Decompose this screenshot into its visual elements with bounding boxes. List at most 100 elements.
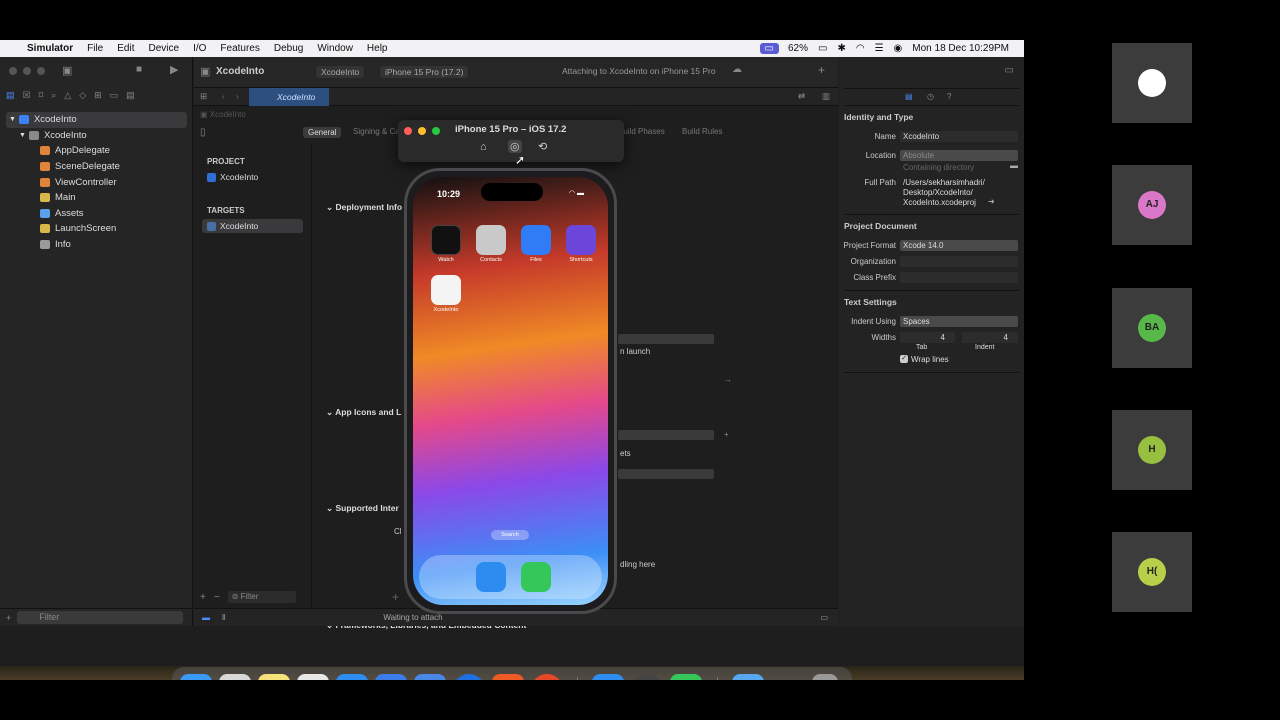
debug-icon[interactable]: ⊞ (94, 90, 102, 101)
tree-item-project[interactable]: ▼ XcodeInto (6, 112, 187, 128)
breakpoint-icon[interactable]: ▭ (110, 90, 119, 101)
messages-app-icon[interactable] (521, 562, 551, 592)
tree-item-group[interactable]: ▼ XcodeInto (0, 128, 193, 144)
menu-file[interactable]: File (80, 43, 110, 54)
refresh-icon[interactable]: ⇄ (798, 91, 805, 102)
sidebar-toggle-icon[interactable]: ▯ (200, 127, 206, 138)
target-item[interactable]: XcodeInto (202, 219, 303, 233)
xcodeinto-app-icon[interactable] (431, 275, 461, 305)
grid-icon[interactable]: ⊞ (200, 91, 207, 102)
issue-icon[interactable]: △ (64, 90, 71, 101)
menu-help[interactable]: Help (360, 43, 395, 54)
history-icon[interactable]: ◷ (927, 92, 934, 101)
stop-icon[interactable]: ■ (136, 64, 142, 75)
run-icon[interactable]: ▶ (170, 63, 178, 76)
participant-tile[interactable]: AJ (1112, 165, 1192, 245)
folder-icon[interactable]: ▬ (1010, 161, 1018, 170)
add-icon[interactable]: + (6, 613, 11, 623)
arrow-icon[interactable]: → (724, 375, 732, 384)
location-dock-icon[interactable] (453, 674, 485, 680)
asset-catalog-dropdown[interactable] (618, 469, 714, 479)
safari-dock-icon[interactable] (336, 674, 368, 680)
zoom-window-button[interactable] (37, 67, 45, 75)
downloads-dock-icon[interactable] (732, 674, 764, 680)
target-filter-input[interactable]: ⊜ Filter (227, 591, 296, 603)
find-icon[interactable]: ⌕ (51, 90, 56, 101)
participant-tile[interactable]: H( (1112, 532, 1192, 612)
chrome-dock-icon[interactable] (297, 674, 329, 680)
rotate-icon[interactable]: ⟲ (538, 140, 547, 153)
project-item[interactable]: XcodeInto (202, 170, 303, 184)
files-app-icon[interactable] (521, 225, 551, 255)
report-icon[interactable]: ▤ (126, 90, 135, 101)
location-dropdown[interactable]: Absolute (900, 150, 1018, 161)
contacts-app-icon[interactable] (476, 225, 506, 255)
quicktime-dock-icon[interactable] (631, 674, 663, 680)
tree-item-info[interactable]: Info (0, 237, 193, 253)
add-target-icon[interactable]: + (200, 592, 206, 603)
add-interface-icon[interactable]: + (392, 590, 399, 604)
simulator-dock-icon[interactable] (414, 674, 446, 680)
menu-device[interactable]: Device (141, 43, 186, 54)
control-center-icon[interactable]: ☰ (870, 43, 889, 54)
inspector-toggle-icon[interactable]: ▭ (1005, 65, 1014, 76)
screenshot-icon[interactable]: ◎ (508, 140, 522, 153)
menu-app-name[interactable]: Simulator (20, 43, 80, 54)
wifi-icon[interactable]: ◠ (851, 43, 870, 54)
section-supported-interfaces[interactable]: ⌄ Supported Inter (326, 503, 399, 514)
bluetooth-icon[interactable]: ✱ (832, 43, 850, 54)
menu-io[interactable]: I/O (186, 43, 213, 54)
facetime-dock-icon[interactable] (670, 674, 702, 680)
notes-dock-icon[interactable] (258, 674, 290, 680)
navigator-filter-input[interactable]: Filter (17, 611, 184, 624)
tree-item-assets[interactable]: Assets (0, 206, 193, 222)
clock[interactable]: Mon 18 Dec 10:29PM (907, 43, 1014, 54)
menu-edit[interactable]: Edit (110, 43, 141, 54)
search-pill[interactable]: Search (491, 530, 529, 540)
participant-tile[interactable]: BA (1112, 288, 1192, 368)
sidebar-toggle-icon[interactable]: ▣ (62, 64, 72, 77)
home-icon[interactable]: ⌂ (480, 141, 487, 153)
reveal-icon[interactable]: ➜ (988, 197, 995, 206)
tab-build-phases[interactable]: Build Phases (618, 127, 665, 136)
split-editor-icon[interactable]: ▥ (822, 91, 830, 102)
watch-app-icon[interactable] (431, 225, 461, 255)
scheme-title[interactable]: XcodeInto (216, 66, 264, 77)
tree-item-viewcontroller[interactable]: ViewController (0, 174, 193, 190)
indent-width-stepper[interactable]: 4 (962, 332, 1018, 343)
tree-item-scenedelegate[interactable]: SceneDelegate (0, 159, 193, 175)
close-window-button[interactable] (404, 127, 412, 135)
zoom-window-button[interactable] (432, 127, 440, 135)
app-icon-field[interactable] (618, 430, 714, 440)
menu-features[interactable]: Features (213, 43, 266, 54)
scheme-selector[interactable]: XcodeInto (316, 66, 365, 78)
tab-build-rules[interactable]: Build Rules (682, 127, 722, 136)
source-control-icon[interactable]: ☒ (23, 90, 31, 101)
tree-item-appdelegate[interactable]: AppDelegate (0, 143, 193, 159)
bookmark-icon[interactable]: ⌑ (39, 90, 44, 101)
editor-tab[interactable]: XcodeInto (249, 88, 329, 106)
minimize-window-button[interactable] (418, 127, 426, 135)
brave-dock-icon[interactable] (492, 674, 524, 680)
app-store-dock-icon[interactable] (592, 674, 624, 680)
iphone-screen[interactable]: 10:29 ◠ ▬ Watch Contacts Files Shortcuts… (413, 177, 608, 605)
close-window-button[interactable] (9, 67, 17, 75)
tree-item-launchscreen[interactable]: LaunchScreen (0, 221, 193, 237)
wrap-lines-checkbox[interactable]: ✓ (900, 355, 908, 363)
battery-icon[interactable]: ▭ (813, 43, 832, 54)
menu-window[interactable]: Window (310, 43, 360, 54)
pause-icon[interactable]: ‖ (222, 613, 225, 622)
participant-tile[interactable] (1112, 43, 1192, 123)
tab-width-stepper[interactable]: 4 (900, 332, 955, 343)
test-icon[interactable]: ◇ (79, 90, 86, 101)
menu-debug[interactable]: Debug (267, 43, 310, 54)
deployment-dropdown[interactable] (618, 334, 714, 344)
jiomeet-dock-icon[interactable] (531, 674, 563, 680)
help-icon[interactable]: ? (947, 92, 951, 101)
section-deployment-info[interactable]: ⌄ Deployment Info (326, 202, 402, 213)
safari-app-icon[interactable] (476, 562, 506, 592)
shortcuts-app-icon[interactable] (566, 225, 596, 255)
folder-icon[interactable]: ▤ (6, 90, 15, 101)
format-dropdown[interactable]: Xcode 14.0 (900, 240, 1018, 251)
siri-icon[interactable]: ◉ (889, 43, 908, 54)
